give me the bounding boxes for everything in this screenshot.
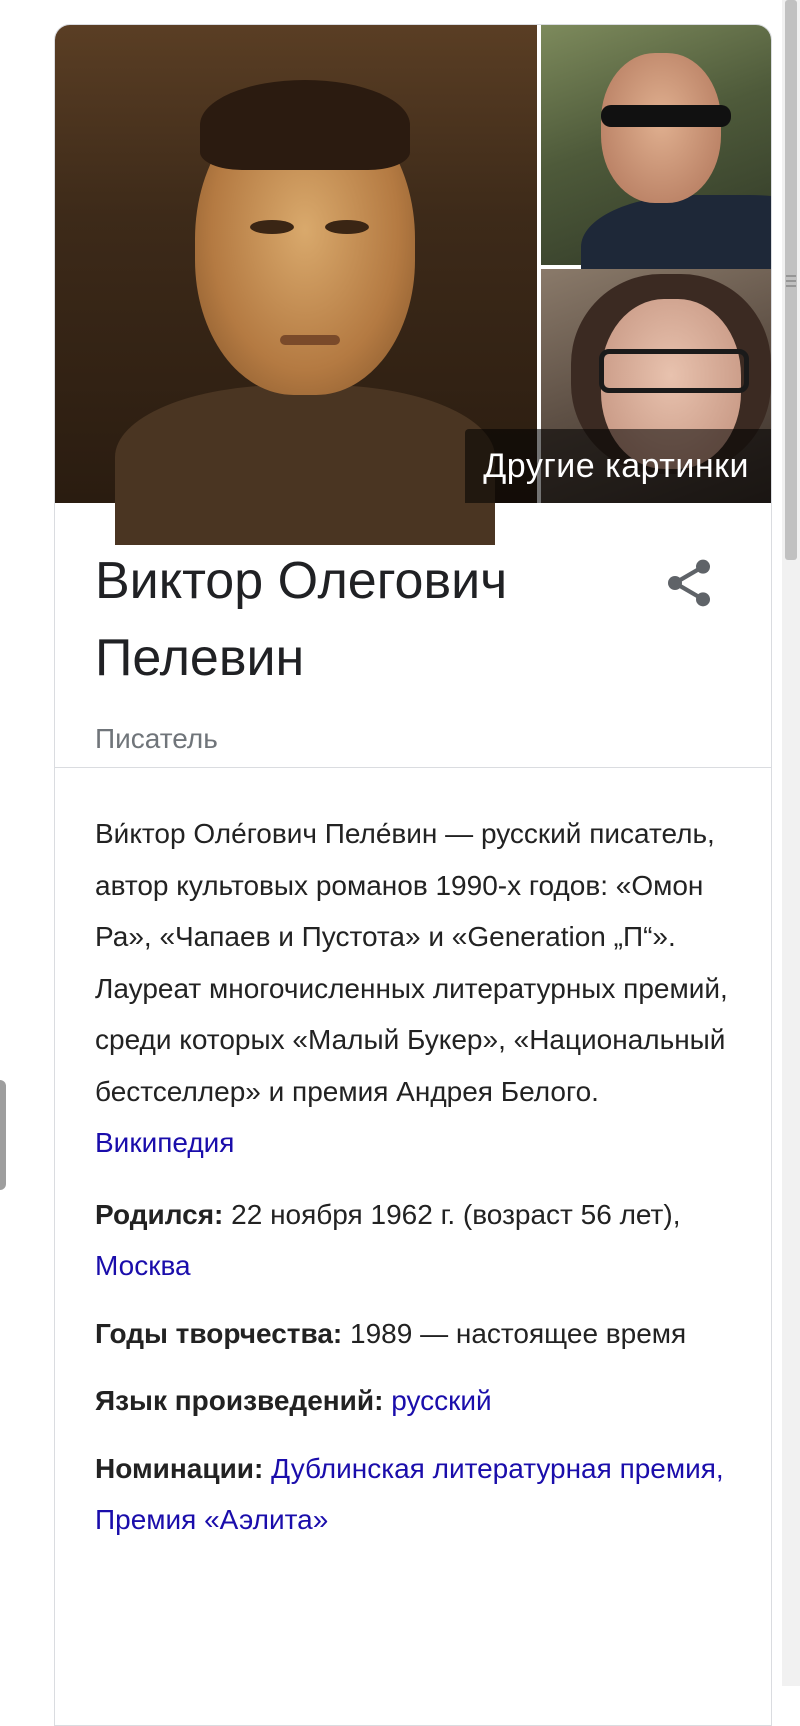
photo-mouth <box>280 335 340 345</box>
fact-key: Язык произведений: <box>95 1385 384 1416</box>
fact-key: Родился: <box>95 1198 224 1230</box>
entity-title: Виктор Олегович Пелевин <box>95 552 508 687</box>
panel-header: Виктор Олегович Пелевин Писатель <box>55 503 771 768</box>
description-text: Ви́ктор Оле́гович Пеле́вин — русский пис… <box>95 818 728 1107</box>
panel-body: Ви́ктор Оле́гович Пеле́вин — русский пис… <box>55 768 771 1546</box>
knowledge-panel: Другие картинки Виктор Олегович Пелевин … <box>54 24 772 1726</box>
fact-language: Язык произведений: русский <box>95 1375 731 1427</box>
fact-key: Годы творчества: <box>95 1317 343 1349</box>
thumb1-sunglasses <box>601 105 731 127</box>
fact-born: Родился: 22 ноября 1962 г. (возраст 56 л… <box>95 1189 731 1292</box>
fact-key: Номинации: <box>95 1452 264 1484</box>
photo-hair <box>200 80 410 170</box>
fact-link-moscow[interactable]: Москва <box>95 1250 191 1281</box>
thumb2-glasses <box>599 349 749 393</box>
scroll-grip-icon <box>786 275 796 287</box>
fact-years-active: Годы творчества: 1989 — настоящее время <box>95 1308 731 1360</box>
page-scrollbar[interactable] <box>782 0 800 1686</box>
fact-value: 1989 — настоящее время <box>350 1317 687 1349</box>
page-edge-decoration <box>0 1080 6 1190</box>
fact-link-language[interactable]: русский <box>391 1385 491 1416</box>
photo-eye-left <box>250 220 294 234</box>
fact-value: 22 ноября 1962 г. (возраст 56 лет), <box>231 1198 681 1230</box>
entity-subtitle: Писатель <box>95 723 218 754</box>
fact-nominations: Номинации: Дублинская литературная преми… <box>95 1443 731 1546</box>
thumbnail-photo-1[interactable] <box>541 25 771 325</box>
description: Ви́ктор Оле́гович Пеле́вин — русский пис… <box>95 808 731 1169</box>
share-icon[interactable] <box>661 553 717 613</box>
thumb1-face <box>601 53 721 203</box>
image-strip[interactable]: Другие картинки <box>55 25 771 545</box>
facts-list: Родился: 22 ноября 1962 г. (возраст 56 л… <box>95 1189 731 1546</box>
wikipedia-link[interactable]: Википедия <box>95 1127 234 1158</box>
photo-eye-right <box>325 220 369 234</box>
more-images-button[interactable]: Другие картинки <box>465 429 771 503</box>
